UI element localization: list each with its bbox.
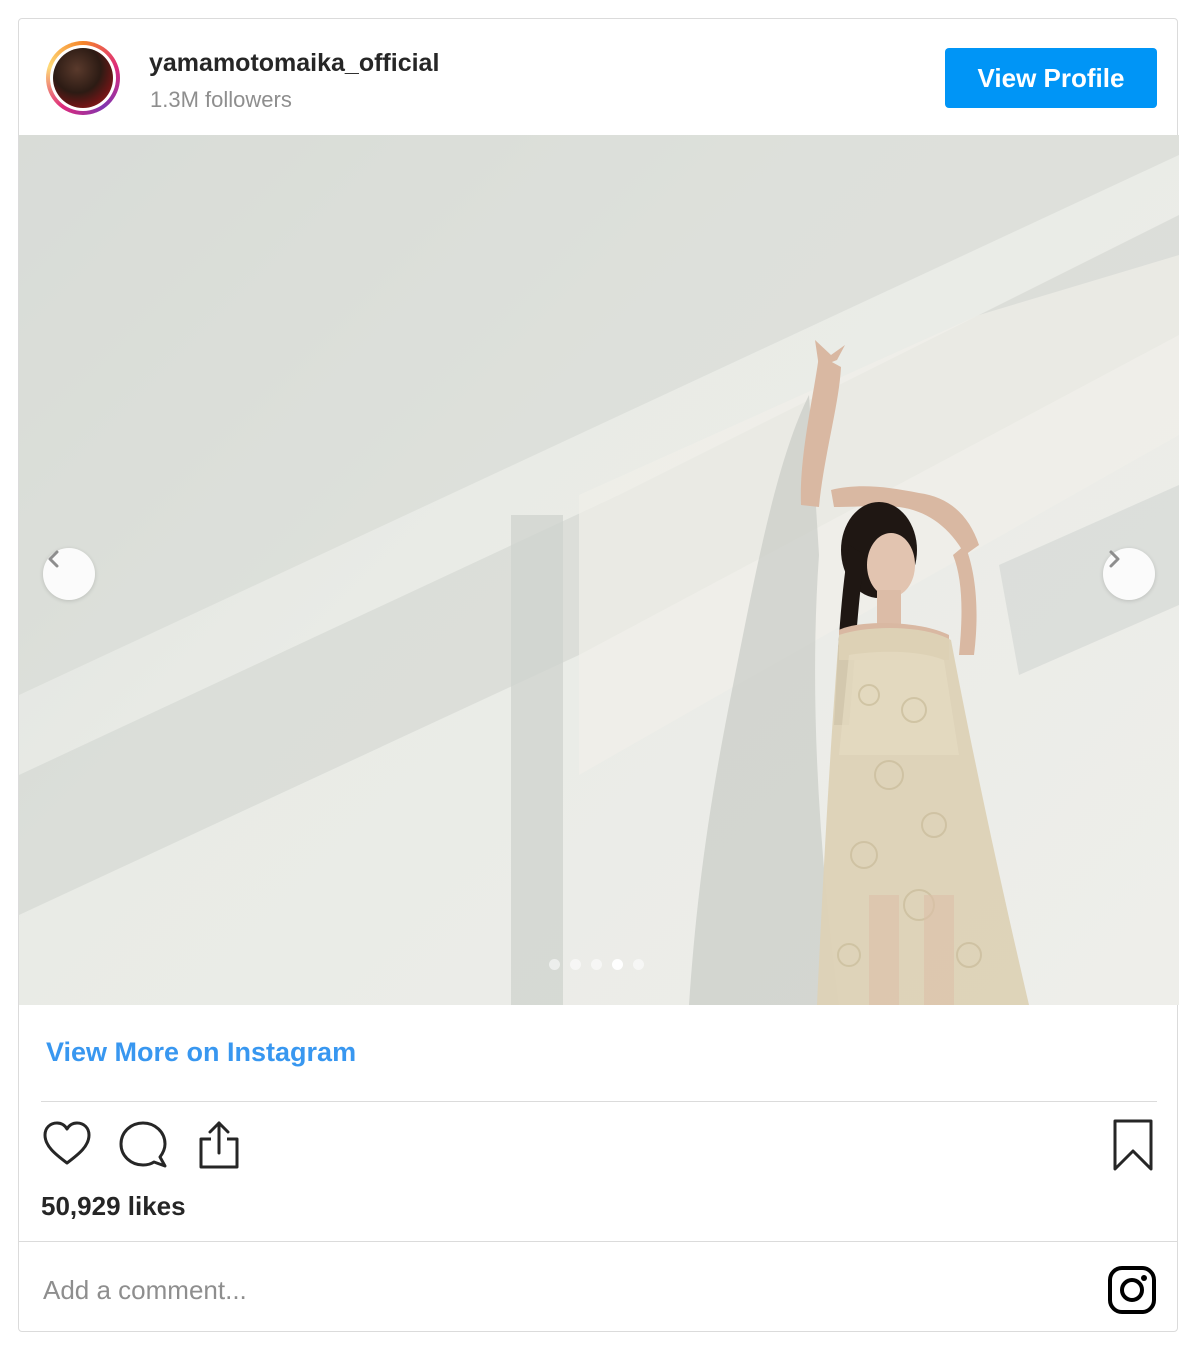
like-count: 50,929 likes <box>41 1191 186 1221</box>
instagram-embed-card: yamamotomaika_official 1.3M followers Vi… <box>18 18 1179 1332</box>
divider <box>19 1241 1177 1242</box>
instagram-logo-button[interactable] <box>1107 1265 1157 1315</box>
share-icon <box>199 1121 239 1169</box>
view-more-link[interactable]: View More on Instagram <box>46 1037 356 1068</box>
follower-count: 1.3M followers <box>150 87 292 112</box>
carousel-dot <box>633 959 644 970</box>
comment-icon <box>119 1121 167 1168</box>
action-bar <box>19 1117 1177 1177</box>
save-button[interactable] <box>1105 1117 1161 1173</box>
share-button[interactable] <box>191 1117 247 1173</box>
heart-icon <box>43 1121 91 1165</box>
avatar-photo <box>53 48 113 108</box>
photo-scene <box>19 135 1179 1005</box>
instagram-icon <box>1108 1266 1156 1314</box>
chevron-right-icon <box>1109 550 1120 568</box>
divider <box>41 1101 1157 1102</box>
carousel-prev-button[interactable] <box>43 548 95 600</box>
post-header: yamamotomaika_official 1.3M followers Vi… <box>19 19 1177 135</box>
view-profile-button[interactable]: View Profile <box>945 48 1157 108</box>
carousel-next-button[interactable] <box>1103 548 1155 600</box>
avatar[interactable] <box>46 41 120 115</box>
carousel-dot <box>591 959 602 970</box>
username[interactable]: yamamotomaika_official <box>149 49 439 78</box>
carousel-dot <box>612 959 623 970</box>
chevron-left-icon <box>48 550 59 568</box>
post-image[interactable] <box>19 135 1179 1005</box>
comment-button[interactable] <box>115 1117 171 1173</box>
bookmark-icon <box>1113 1119 1153 1171</box>
like-button[interactable] <box>39 1117 95 1173</box>
carousel-dot <box>570 959 581 970</box>
comment-input[interactable] <box>41 1267 1005 1313</box>
carousel-dot <box>549 959 560 970</box>
carousel-indicator <box>549 959 644 971</box>
